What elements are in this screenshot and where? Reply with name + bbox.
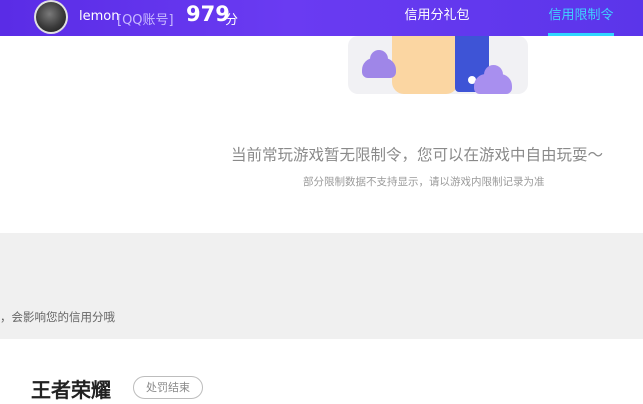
empty-state-note: 部分限制数据不支持显示，请以游戏内限制记录为准 [303,176,545,188]
account-type-label: [QQ账号] [117,13,174,28]
credit-impact-notice: ，会影响您的信用分哦 [0,310,115,324]
cloud-right-icon [474,65,512,94]
username: lemon [79,9,120,24]
cloud-left-icon [362,50,396,78]
avatar[interactable] [34,0,68,34]
credit-restriction-page: lemon [QQ账号] 979 分 信用分礼包 信用限制令 当前常玩游戏暂无限… [0,0,643,404]
empty-state-title: 当前常玩游戏暂无限制令，您可以在游戏中自由玩耍～ [231,146,604,164]
game-title: 王者荣耀 [31,378,111,402]
penalty-status-badge: 处罚结束 [133,376,203,399]
top-bar: lemon [QQ账号] 979 分 信用分礼包 信用限制令 [0,0,643,36]
tab-credit-gift-pack[interactable]: 信用分礼包 [398,0,476,36]
credit-score-value: 979 [186,2,230,26]
active-tab-indicator [548,33,614,36]
hand-shape [392,36,458,94]
tab-credit-restriction[interactable]: 信用限制令 [546,0,616,36]
credit-score-unit: 分 [225,13,239,28]
hand-with-phone-illustration [340,36,540,106]
